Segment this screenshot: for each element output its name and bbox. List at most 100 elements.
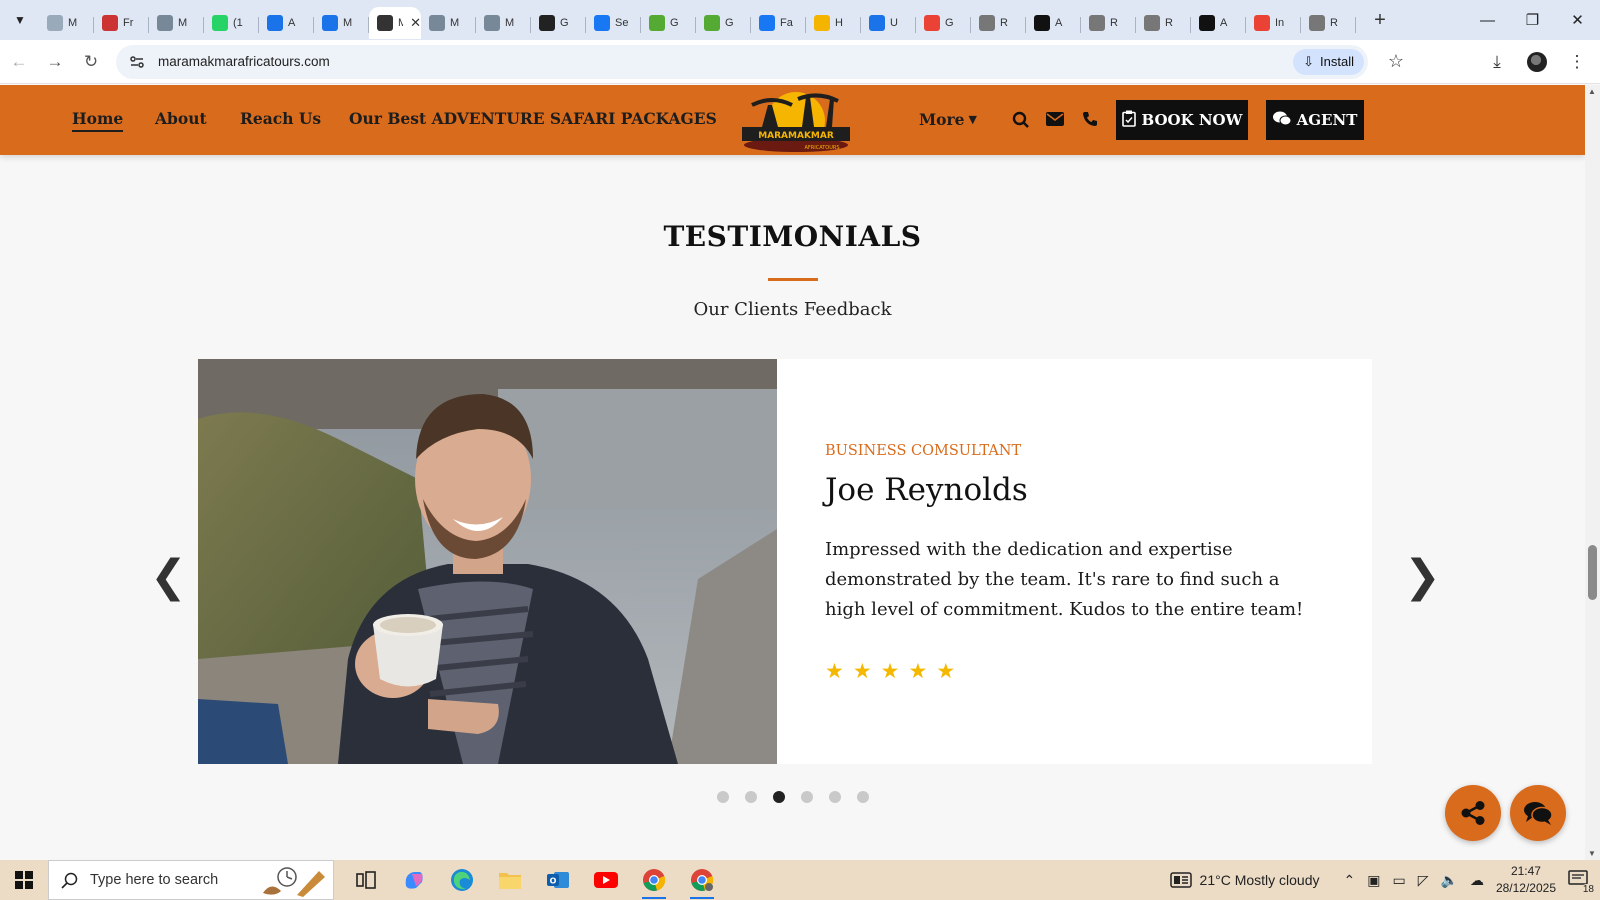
tab-search-button[interactable]: ▼ <box>5 5 35 35</box>
carousel-dot[interactable] <box>829 791 841 803</box>
carousel-dot[interactable] <box>773 791 785 803</box>
back-button[interactable]: ← <box>2 45 36 79</box>
clock-date: 28/12/2025 <box>1495 881 1556 895</box>
tab-close-icon[interactable]: ✕ <box>410 15 421 31</box>
carousel-dot[interactable] <box>857 791 869 803</box>
site-header: Home About Reach Us Our Best ADVENTURE S… <box>0 85 1585 155</box>
edge-browser-icon[interactable] <box>438 860 486 900</box>
reload-button[interactable]: ↻ <box>74 45 108 79</box>
site-info-icon[interactable] <box>126 51 148 73</box>
system-tray: 21°C Mostly cloudy ⌃ ▣ ▭ ◸ 🔈 ☁ 21:47 28/… <box>1169 860 1600 900</box>
taskbar-search-box[interactable]: Type here to search <box>48 860 334 900</box>
tab-label: M <box>68 17 78 29</box>
browser-tab[interactable]: R <box>1081 7 1136 39</box>
browser-tab[interactable]: Fr <box>94 7 149 39</box>
downloads-icon[interactable]: ⤓ <box>1482 45 1512 79</box>
scroll-up-icon[interactable]: ▲ <box>1588 87 1596 96</box>
browser-tab[interactable]: (1 <box>204 7 259 39</box>
network-icon[interactable]: ◸ <box>1418 872 1429 889</box>
carousel-dot[interactable] <box>801 791 813 803</box>
browser-tab[interactable]: A <box>259 7 314 39</box>
browser-tab[interactable]: M <box>149 7 204 39</box>
meet-now-icon[interactable]: ▣ <box>1367 872 1380 889</box>
chat-button[interactable] <box>1510 785 1566 841</box>
windows-start-button[interactable] <box>0 860 48 900</box>
nav-more-dropdown[interactable]: More ▼ <box>919 110 977 129</box>
youtube-icon[interactable] <box>582 860 630 900</box>
outlook-icon[interactable]: O <box>534 860 582 900</box>
agent-button[interactable]: AGENT <box>1266 100 1364 140</box>
chevron-up-icon[interactable]: ⌃ <box>1344 872 1356 889</box>
scroll-thumb[interactable] <box>1588 545 1597 600</box>
tab-label: (1 <box>233 17 243 29</box>
browser-tab[interactable]: M <box>314 7 369 39</box>
menu-icon[interactable]: ⋮ <box>1562 45 1592 79</box>
address-bar[interactable]: maramakmarafricatours.com ⇩ Install ☆ <box>116 44 1404 79</box>
browser-tab[interactable]: R <box>1136 7 1191 39</box>
scroll-down-icon[interactable]: ▼ <box>1588 849 1596 858</box>
browser-tab[interactable]: A <box>1191 7 1246 39</box>
browser-tab[interactable]: G <box>916 7 971 39</box>
browser-tab[interactable]: U <box>861 7 916 39</box>
chrome-profile-icon[interactable] <box>678 860 726 900</box>
close-window-button[interactable]: ✕ <box>1555 0 1600 40</box>
volume-icon[interactable]: 🔈 <box>1441 872 1458 889</box>
url-text: maramakmarafricatours.com <box>158 54 330 69</box>
weather-text: 21°C Mostly cloudy <box>1199 872 1320 888</box>
browser-tab[interactable]: G <box>641 7 696 39</box>
browser-tab[interactable]: M <box>421 7 476 39</box>
onedrive-icon[interactable]: ☁ <box>1470 872 1484 889</box>
carousel-dot[interactable] <box>745 791 757 803</box>
site-logo[interactable]: MARAMAKMAR AFRICATOURS <box>742 87 850 153</box>
search-icon[interactable] <box>1012 111 1030 134</box>
forward-button[interactable]: → <box>38 45 72 79</box>
envelope-icon[interactable] <box>1046 111 1064 132</box>
nav-about-link[interactable]: About <box>155 109 207 128</box>
tab-label: Se <box>615 17 629 29</box>
browser-tab[interactable]: Fa <box>751 7 806 39</box>
file-explorer-icon[interactable] <box>486 860 534 900</box>
nav-home-link[interactable]: Home <box>72 109 124 132</box>
nav-packages-link[interactable]: Our Best ADVENTURE SAFARI PACKAGES <box>349 109 717 128</box>
notification-center-icon[interactable]: 18 <box>1568 869 1596 895</box>
page-scrollbar[interactable]: ▲ ▼ <box>1585 85 1600 860</box>
browser-tab[interactable]: Se <box>586 7 641 39</box>
profile-avatar[interactable] <box>1522 45 1552 79</box>
browser-tab[interactable]: R <box>1301 7 1356 39</box>
browser-tab[interactable]: M <box>476 7 531 39</box>
browser-tab[interactable]: In <box>1246 7 1301 39</box>
new-tab-button[interactable]: + <box>1366 6 1394 34</box>
minimize-button[interactable]: — <box>1465 0 1510 40</box>
restore-button[interactable]: ❐ <box>1510 0 1555 40</box>
tab-label: M <box>450 17 460 29</box>
carousel-dot[interactable] <box>717 791 729 803</box>
chat-bubbles-icon <box>1524 802 1553 825</box>
safari-icon <box>649 15 665 31</box>
book-now-button[interactable]: BOOK NOW <box>1116 100 1248 140</box>
tab-label: G <box>725 17 734 29</box>
browser-tab[interactable]: A <box>1026 7 1081 39</box>
bookmark-star-icon[interactable]: ☆ <box>1388 51 1404 72</box>
carousel-prev-arrow-icon[interactable]: ❮ <box>150 551 187 602</box>
browser-tab[interactable]: R <box>971 7 1026 39</box>
taskbar-clock[interactable]: 21:47 28/12/2025 <box>1496 863 1556 897</box>
browser-tab[interactable]: H <box>806 7 861 39</box>
testimonial-quote: Impressed with the dedication and expert… <box>825 539 1304 620</box>
chrome-icon[interactable] <box>630 860 678 900</box>
share-button[interactable] <box>1445 785 1501 841</box>
weather-widget[interactable]: 21°C Mostly cloudy <box>1169 872 1320 888</box>
caret-down-icon: ▼ <box>968 113 977 126</box>
install-app-button[interactable]: ⇩ Install <box>1293 48 1364 75</box>
browser-tab[interactable]: G <box>531 7 586 39</box>
task-view-icon[interactable] <box>342 860 390 900</box>
browser-tab-active[interactable]: M ✕ <box>369 7 421 39</box>
nav-reach-link[interactable]: Reach Us <box>240 109 321 128</box>
weather-icon <box>1169 872 1192 888</box>
copilot-icon[interactable] <box>390 860 438 900</box>
battery-icon[interactable]: ▭ <box>1392 872 1405 889</box>
phone-icon[interactable] <box>1082 111 1098 132</box>
carousel-next-arrow-icon[interactable]: ❯ <box>1404 551 1441 602</box>
browser-tab[interactable]: G <box>696 7 751 39</box>
app-icon <box>1199 15 1215 31</box>
browser-tab[interactable]: M <box>39 7 94 39</box>
